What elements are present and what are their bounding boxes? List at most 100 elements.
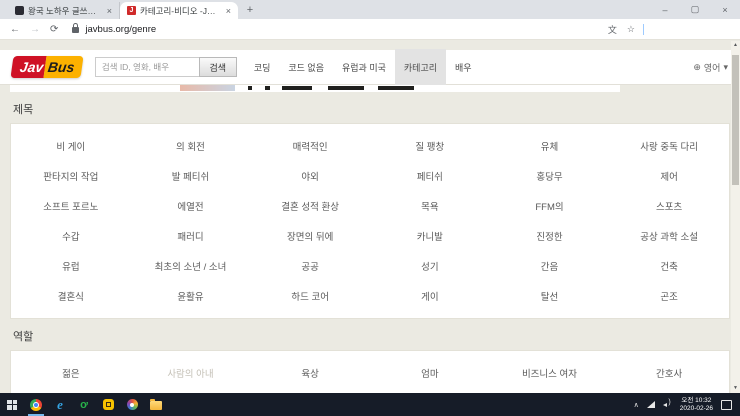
category-link[interactable]: 진정한 <box>490 221 610 251</box>
new-tab-button[interactable]: + <box>242 2 258 18</box>
taskbar-green-app-button[interactable]: ơ <box>72 393 96 416</box>
category-link[interactable]: 곤조 <box>609 281 729 311</box>
category-link[interactable]: 에열전 <box>131 191 251 221</box>
banner-fragment <box>265 86 270 90</box>
bookmark-star-icon[interactable]: ☆ <box>627 24 635 35</box>
category-link[interactable]: 탈선 <box>490 281 610 311</box>
category-link[interactable]: 비즈니스 여자 <box>490 358 610 388</box>
category-link[interactable]: 윤활유 <box>131 281 251 311</box>
screen: 왕국 노하우 글쓰기 > AVkingdo × J 카테고리-비디오 -JavB… <box>0 0 740 416</box>
tab-close-icon[interactable]: × <box>105 6 112 16</box>
category-link[interactable]: 매력적인 <box>250 131 370 161</box>
category-link[interactable]: 사람의 아내 <box>131 358 251 388</box>
category-link[interactable]: 패러디 <box>131 221 251 251</box>
category-link[interactable]: 유럽 <box>11 251 131 281</box>
page-scrollbar[interactable]: ▲ ▼ <box>731 41 740 393</box>
search-input[interactable] <box>94 57 199 77</box>
category-link[interactable]: 발 페티쉬 <box>131 161 251 191</box>
titles-panel: 비 게이 의 회전 매력적인 질 팽창 유체 사랑 중독 다리판타지의 작업 발 페티쉬 야외… <box>10 123 730 319</box>
category-link[interactable]: 홍당무 <box>490 161 610 191</box>
category-link[interactable]: 게이 <box>370 281 490 311</box>
taskbar-colorful-app-button[interactable] <box>120 393 144 416</box>
tab-title: 카테고리-비디오 -JavBus <box>140 5 220 16</box>
maximize-button[interactable]: ▢ <box>680 0 710 19</box>
menu-item[interactable]: 카테고리 <box>394 48 447 86</box>
browser-tab-strip: 왕국 노하우 글쓰기 > AVkingdo × J 카테고리-비디오 -JavB… <box>0 0 740 19</box>
category-link[interactable]: 최초의 소년 / 소녀 <box>131 251 251 281</box>
category-link[interactable]: 공공 <box>250 251 370 281</box>
menu-item[interactable]: 배우 <box>446 49 481 86</box>
scrollbar-thumb[interactable] <box>732 55 739 185</box>
refresh-icon[interactable]: ⟳ <box>50 24 58 35</box>
category-link[interactable]: 결혼 성적 환상 <box>250 191 370 221</box>
site-menu: 코딩 코드 없음 유럽과 미국 카테고리 배우 <box>245 48 481 86</box>
category-link[interactable]: 스포츠 <box>609 191 729 221</box>
taskbar-messenger-button[interactable] <box>96 393 120 416</box>
minimize-button[interactable]: – <box>650 0 680 19</box>
category-link[interactable]: 사랑 중독 다리 <box>609 131 729 161</box>
scroll-up-icon[interactable]: ▲ <box>731 41 740 50</box>
browser-tab-javbus-active[interactable]: J 카테고리-비디오 -JavBus × <box>120 2 238 19</box>
language-label: 영어 <box>703 62 721 73</box>
tray-chevron-icon[interactable]: ∧ <box>630 401 643 409</box>
category-link[interactable]: 건축 <box>609 251 729 281</box>
back-icon[interactable]: ← <box>10 24 20 35</box>
category-link[interactable]: 엄마 <box>370 358 490 388</box>
text-caret <box>643 23 644 35</box>
category-link[interactable]: 페티쉬 <box>370 161 490 191</box>
section-header-roles: 역할 <box>13 331 34 343</box>
category-link[interactable]: 소프트 포르노 <box>11 191 131 221</box>
category-link[interactable]: 비 게이 <box>11 131 131 161</box>
roles-grid: 젊은사람의 아내육상엄마비즈니스 여자간호사여성 학생교사학생흑단비서가해자의보… <box>11 358 729 393</box>
site-navbar: Jav Bus 검색 코딩코드 없음유럽과 미국카테고리배우 ⊕ 영어 ▾ <box>0 48 740 86</box>
category-link[interactable]: 성기 <box>370 251 490 281</box>
volume-icon[interactable] <box>662 399 671 408</box>
menu-item[interactable]: 유럽과 미국 <box>333 49 395 86</box>
tab-favicon-dark <box>15 6 24 15</box>
category-link[interactable]: 제어 <box>609 161 729 191</box>
browser-tab-avkingdom[interactable]: 왕국 노하우 글쓰기 > AVkingdo × <box>8 2 120 19</box>
category-link[interactable]: 의 회전 <box>131 131 251 161</box>
menu-item[interactable]: 코딩 <box>245 49 280 86</box>
category-link[interactable]: 수갑 <box>11 221 131 251</box>
taskbar-ie-button[interactable]: e <box>48 393 72 416</box>
network-icon[interactable] <box>646 401 655 408</box>
action-center-icon[interactable] <box>721 399 732 410</box>
scroll-down-icon[interactable]: ▼ <box>731 384 740 393</box>
close-button[interactable]: × <box>710 0 740 19</box>
javbus-logo[interactable]: Jav Bus <box>10 56 85 78</box>
search-button[interactable]: 검색 <box>198 57 237 77</box>
category-link[interactable]: 장면의 뒤에 <box>250 221 370 251</box>
tab-close-icon[interactable]: × <box>224 6 231 16</box>
taskbar-clock[interactable]: 오전 10:32 2020-02-26 <box>674 397 719 413</box>
taskbar-explorer-button[interactable] <box>144 393 168 416</box>
taskbar-chrome-button[interactable] <box>24 393 48 416</box>
start-button[interactable] <box>0 393 24 416</box>
category-link[interactable]: 야외 <box>250 161 370 191</box>
url-text[interactable]: javbus.org/genre <box>85 24 598 35</box>
category-link[interactable]: 간호사 <box>609 358 729 388</box>
category-link[interactable]: 질 팽창 <box>370 131 490 161</box>
logo-part-jav: Jav <box>10 56 47 78</box>
forward-icon[interactable]: → <box>30 24 40 35</box>
system-tray: ∧ 오전 10:32 2020-02-26 <box>630 393 740 416</box>
banner-fragment <box>378 86 414 90</box>
menu-item[interactable]: 코드 없음 <box>279 49 333 86</box>
language-selector[interactable]: ⊕ 영어 ▾ <box>693 61 728 74</box>
category-link[interactable]: 젊은 <box>11 358 131 388</box>
category-link[interactable]: 결혼식 <box>11 281 131 311</box>
banner-fragment <box>180 85 235 91</box>
translate-icon[interactable]: 文 <box>608 23 617 36</box>
category-link[interactable]: FFM의 <box>490 191 610 221</box>
category-link[interactable]: 목욕 <box>370 191 490 221</box>
category-link[interactable]: 판타지의 작업 <box>11 161 131 191</box>
partial-banner <box>10 85 620 92</box>
category-link[interactable]: 육상 <box>250 358 370 388</box>
search-box: 검색 <box>94 57 237 77</box>
category-link[interactable]: 공상 과학 소설 <box>609 221 729 251</box>
category-link[interactable]: 하드 코어 <box>250 281 370 311</box>
category-link[interactable]: 유체 <box>490 131 610 161</box>
category-link[interactable]: 카니발 <box>370 221 490 251</box>
lock-icon <box>72 23 80 33</box>
category-link[interactable]: 간음 <box>490 251 610 281</box>
